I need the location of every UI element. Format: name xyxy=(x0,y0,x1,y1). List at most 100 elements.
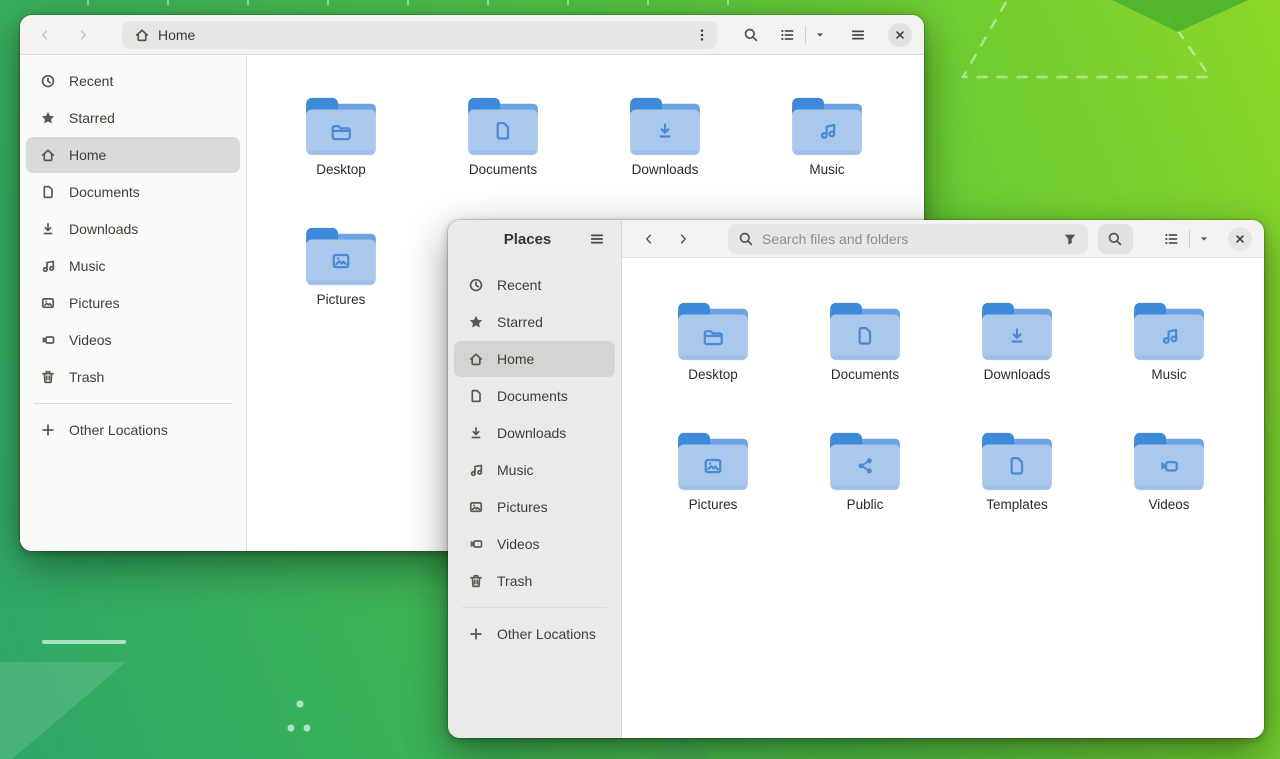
file-public[interactable]: Public xyxy=(790,430,940,512)
close-button[interactable] xyxy=(888,23,912,47)
chevron-left-icon xyxy=(642,232,656,246)
view-switcher-separator xyxy=(1189,230,1190,248)
back-window-headerbar[interactable]: Home xyxy=(20,15,924,55)
file-label: Downloads xyxy=(984,367,1051,382)
file-label: Music xyxy=(1151,367,1186,382)
file-pictures[interactable]: Pictures xyxy=(638,430,788,512)
pictures-icon xyxy=(40,295,56,311)
chevron-left-icon xyxy=(38,28,52,42)
sidebar-item-documents[interactable]: Documents xyxy=(454,378,615,414)
documents-icon xyxy=(40,184,56,200)
hamburger-icon xyxy=(589,231,605,247)
sidebar-item-home[interactable]: Home xyxy=(26,137,240,173)
forward-button[interactable] xyxy=(666,225,700,253)
view-switcher xyxy=(771,21,832,49)
sidebar-item-downloads[interactable]: Downloads xyxy=(454,415,615,451)
sidebar-item-other-locations[interactable]: Other Locations xyxy=(454,616,615,652)
file-music[interactable]: Music xyxy=(751,95,903,177)
recent-icon xyxy=(40,73,56,89)
sidebar-item-trash[interactable]: Trash xyxy=(454,563,615,599)
file-downloads[interactable]: Downloads xyxy=(589,95,741,177)
sidebar-item-trash[interactable]: Trash xyxy=(26,359,240,395)
sidebar-item-home[interactable]: Home xyxy=(454,341,615,377)
front-window-headerbar[interactable] xyxy=(622,220,1264,258)
sidebar-item-downloads[interactable]: Downloads xyxy=(26,211,240,247)
file-pictures[interactable]: Pictures xyxy=(265,225,417,307)
recent-icon xyxy=(468,277,484,293)
folder-icon xyxy=(980,430,1054,492)
sidebar-item-recent[interactable]: Recent xyxy=(454,267,615,303)
back-window-sidebar: Recent Starred Home Documents Downloads Music… xyxy=(20,55,247,551)
front-window-sidebar: RecentStarredHomeDocumentsDownloadsMusic… xyxy=(448,258,621,662)
sidebar-item-label: Downloads xyxy=(69,221,138,237)
sidebar-item-label: Pictures xyxy=(69,295,120,311)
list-view-button[interactable] xyxy=(771,21,803,49)
path-bar[interactable]: Home xyxy=(122,21,717,49)
file-documents[interactable]: Documents xyxy=(790,300,940,382)
pictures-icon xyxy=(468,499,484,515)
file-music[interactable]: Music xyxy=(1094,300,1244,382)
folder-icon xyxy=(304,95,378,157)
file-label: Documents xyxy=(831,367,899,382)
back-button[interactable] xyxy=(28,21,62,49)
sidebar-item-starred[interactable]: Starred xyxy=(26,100,240,136)
folder-icon xyxy=(828,430,902,492)
list-view-button[interactable] xyxy=(1155,225,1187,253)
close-button[interactable] xyxy=(1228,227,1252,251)
back-button[interactable] xyxy=(632,225,666,253)
file-videos[interactable]: Videos xyxy=(1094,430,1244,512)
kebab-vertical-icon xyxy=(694,27,710,43)
file-label: Templates xyxy=(986,497,1048,512)
file-desktop[interactable]: Desktop xyxy=(265,95,417,177)
file-templates[interactable]: Templates xyxy=(942,430,1092,512)
documents-icon xyxy=(468,388,484,404)
path-menu-button[interactable] xyxy=(689,22,715,48)
files-window-front: Places RecentStarredHomeDocumentsDownloa… xyxy=(448,220,1264,738)
sidebar-item-videos[interactable]: Videos xyxy=(26,322,240,358)
sidebar-item-pictures[interactable]: Pictures xyxy=(454,489,615,525)
sidebar-item-label: Starred xyxy=(69,110,115,126)
search-entry[interactable] xyxy=(728,224,1088,254)
videos-icon xyxy=(40,332,56,348)
sidebar-item-label: Other Locations xyxy=(497,626,596,642)
file-desktop[interactable]: Desktop xyxy=(638,300,788,382)
desktop: Home RecentStarredHomeDocumentsDownloads… xyxy=(0,0,1280,759)
sidebar-item-pictures[interactable]: Pictures xyxy=(26,285,240,321)
location-label: Home xyxy=(158,27,195,43)
plus-icon xyxy=(40,422,56,438)
trash-icon xyxy=(40,369,56,385)
sidebar-item-label: Recent xyxy=(69,73,113,89)
sidebar-item-starred[interactable]: Starred xyxy=(454,304,615,340)
sidebar-item-music[interactable]: Music xyxy=(454,452,615,488)
sidebar-item-videos[interactable]: Videos xyxy=(454,526,615,562)
main-menu-button[interactable] xyxy=(842,21,874,49)
folder-icon xyxy=(828,300,902,362)
hamburger-icon xyxy=(850,27,866,43)
filter-funnel-icon[interactable] xyxy=(1062,231,1078,247)
sidebar-menu-button[interactable] xyxy=(581,225,613,253)
list-view-icon xyxy=(779,27,795,43)
close-icon xyxy=(893,28,907,42)
music-icon xyxy=(40,258,56,274)
view-options-button[interactable] xyxy=(1192,225,1216,253)
front-sidebar-headerbar[interactable]: Places xyxy=(448,220,621,258)
magnifier-icon xyxy=(738,231,754,247)
search-button[interactable] xyxy=(735,21,767,49)
sidebar-item-label: Home xyxy=(69,147,106,163)
file-downloads[interactable]: Downloads xyxy=(942,300,1092,382)
search-toggle-button[interactable] xyxy=(1098,224,1133,254)
forward-button[interactable] xyxy=(66,21,100,49)
folder-icon xyxy=(1132,300,1206,362)
sidebar-item-documents[interactable]: Documents xyxy=(26,174,240,210)
sidebar-item-other-locations[interactable]: Other Locations xyxy=(26,412,240,448)
sidebar-item-recent[interactable]: Recent xyxy=(26,63,240,99)
folder-icon xyxy=(304,225,378,287)
view-options-button[interactable] xyxy=(808,21,832,49)
downloads-icon xyxy=(468,425,484,441)
search-input[interactable] xyxy=(762,231,1054,247)
sidebar-item-music[interactable]: Music xyxy=(26,248,240,284)
sidebar-item-label: Music xyxy=(69,258,106,274)
file-label: Desktop xyxy=(688,367,738,382)
file-documents[interactable]: Documents xyxy=(427,95,579,177)
sidebar-item-label: Pictures xyxy=(497,499,548,515)
